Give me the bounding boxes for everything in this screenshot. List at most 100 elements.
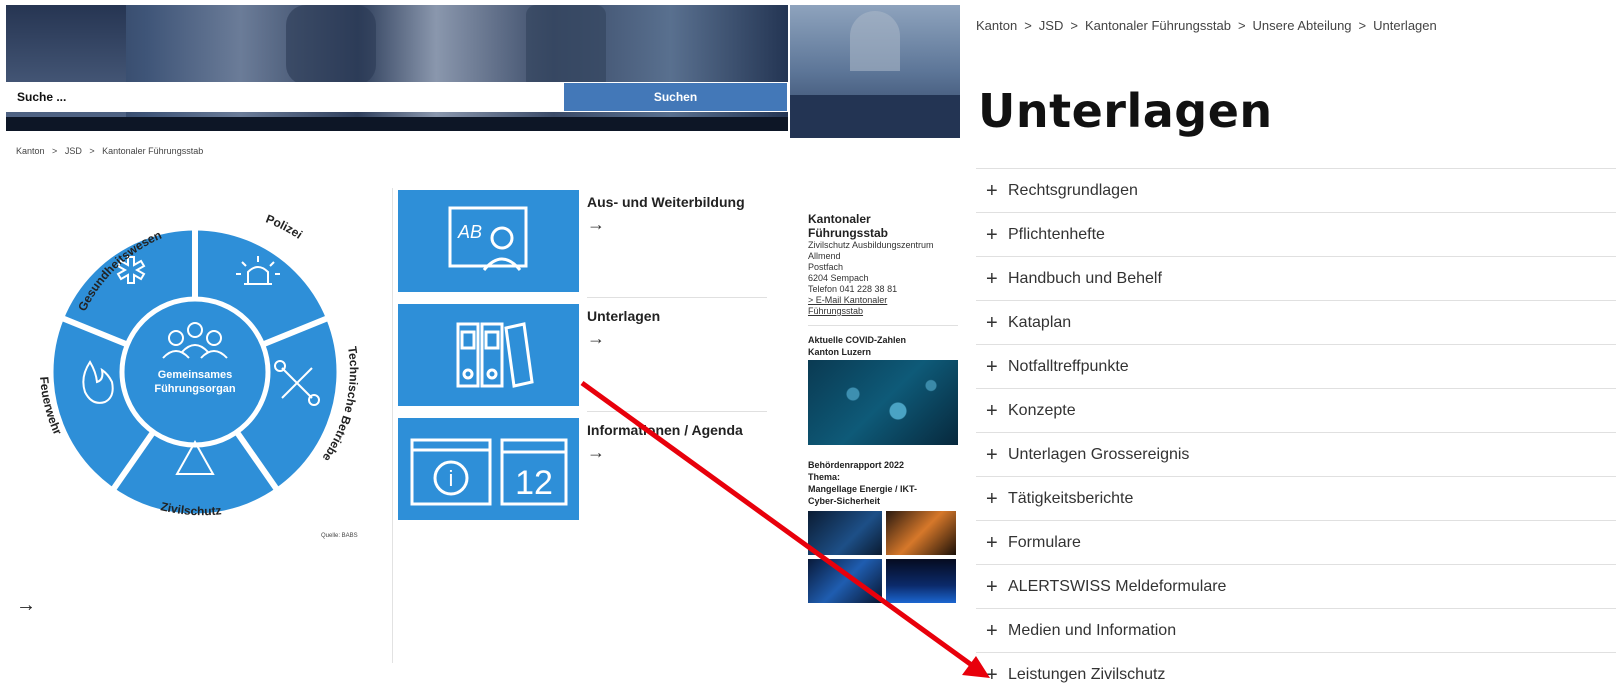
accordion-item-konzepte[interactable]: + Konzepte [976,389,1616,433]
breadcrumb-item-unterlagen: Unterlagen [1373,18,1437,33]
breadcrumb-item-fuehrungsstab[interactable]: Kantonaler Führungsstab [102,146,203,156]
wheel-center-line1: Gemeinsames [158,369,233,381]
phone-line: Telefon 041 228 38 81 [808,284,898,294]
search-input[interactable]: Suche ... [6,82,563,112]
address-line: Zivilschutz Ausbildungszentrum [808,240,934,250]
contact-title-line1: Kantonaler [808,212,871,226]
covid-title[interactable]: Aktuelle COVID-Zahlen Kanton Luzern [808,334,958,358]
more-arrow-link[interactable]: → [16,594,36,617]
breadcrumb-item-kanton[interactable]: Kanton [976,18,1017,33]
breadcrumb-item-jsd[interactable]: JSD [65,146,82,156]
tile-informationen-agenda[interactable]: i 12 Informationen / Agenda → [398,418,770,532]
email-link-cont[interactable]: Führungsstab [808,306,958,317]
report-title-line3[interactable]: Mangellage Energie / IKT- [808,483,958,495]
accordion-item-leistungen-zivilschutz[interactable]: + Leistungen Zivilschutz [976,653,1616,693]
accordion-label[interactable]: Pflichtenhefte [1008,226,1105,244]
accordion-item-alertswiss[interactable]: + ALERTSWISS Meldeformulare [976,565,1616,609]
accordion-label[interactable]: Medien und Information [1008,622,1176,640]
plus-icon[interactable]: + [986,181,1008,201]
tile-image[interactable]: i 12 [398,418,579,520]
accordion-label[interactable]: Notfalltreffpunkte [1008,358,1129,376]
covid-title-line1[interactable]: Aktuelle COVID-Zahlen [808,334,958,346]
tile-title[interactable]: Aus- und Weiterbildung [587,194,745,210]
plus-icon[interactable]: + [986,621,1008,641]
report-title-line2[interactable]: Thema: [808,471,958,483]
plus-icon[interactable]: + [986,401,1008,421]
source-note: Quelle: BABS [321,533,358,539]
accordion-label[interactable]: Formulare [1008,534,1081,552]
search-button[interactable]: Suchen [563,82,788,112]
report-title-line1[interactable]: Behördenrapport 2022 [808,459,958,471]
report-image-gas-flame[interactable] [886,559,956,603]
accordion-label[interactable]: Rechtsgrundlagen [1008,182,1138,200]
binders-icon [456,322,534,388]
breadcrumb-item-kanton[interactable]: Kanton [16,146,45,156]
breadcrumb-separator: > [1070,18,1078,33]
accordion-item-notfalltreffpunkte[interactable]: + Notfalltreffpunkte [976,345,1616,389]
report-title[interactable]: Behördenrapport 2022 Thema: Mangellage E… [808,459,958,507]
address-line: Allmend [808,251,841,261]
accordion-label[interactable]: Konzepte [1008,402,1076,420]
contact-title-line2: Führungsstab [808,226,888,240]
plus-icon[interactable]: + [986,489,1008,509]
breadcrumb: Kanton > JSD > Kantonaler Führungsstab > Unser… [976,18,1437,33]
tile-arrow[interactable]: → [587,442,605,463]
accordion-label[interactable]: Kataplan [1008,314,1071,332]
plus-icon[interactable]: + [986,225,1008,245]
breadcrumb-item-jsd[interactable]: JSD [1039,18,1064,33]
accordion-label[interactable]: Tätigkeitsberichte [1008,490,1133,508]
accordion-label[interactable]: Handbuch und Behelf [1008,270,1162,288]
tile-arrow[interactable]: → [587,328,605,349]
tile-arrow[interactable]: → [587,214,605,235]
tile-image[interactable]: AB [398,190,579,292]
sidebar: Kantonaler Führungsstab Zivilschutz Ausb… [808,212,958,603]
breadcrumb-separator: > [89,146,95,156]
covid-title-line2[interactable]: Kanton Luzern [808,346,958,358]
divider [587,411,767,412]
svg-text:Polizei: Polizei [264,212,305,242]
accordion-item-handbuch[interactable]: + Handbuch und Behelf [976,257,1616,301]
tile-title[interactable]: Unterlagen [587,308,660,324]
divider [587,297,767,298]
tile-aus-und-weiterbildung[interactable]: AB Aus- und Weiterbildung → [398,190,770,304]
organization-wheel: Gemeinsames Führungsorgan Gesundheitswes… [37,212,361,519]
breadcrumb-separator: > [1358,18,1367,33]
accordion-item-taetigkeitsberichte[interactable]: + Tätigkeitsberichte [976,477,1616,521]
segment-label-polizei: Polizei [264,212,305,242]
svg-text:i: i [449,466,454,491]
accordion-item-pflichtenhefte[interactable]: + Pflichtenhefte [976,213,1616,257]
covid-image[interactable] [808,360,958,445]
breadcrumb-separator: > [52,146,58,156]
accordion-item-unterlagen-grossereignis[interactable]: + Unterlagen Grossereignis [976,433,1616,477]
plus-icon[interactable]: + [986,269,1008,289]
accordion-item-formulare[interactable]: + Formulare [976,521,1616,565]
accordion-label[interactable]: Leistungen Zivilschutz [1008,666,1165,684]
hero-image-right [790,5,960,138]
breadcrumb-item-unsere-abteilung[interactable]: Unsere Abteilung [1253,18,1352,33]
accordion-item-kataplan[interactable]: + Kataplan [976,301,1616,345]
tile-title[interactable]: Informationen / Agenda [587,422,743,438]
plus-icon[interactable]: + [986,313,1008,333]
address-line: 6204 Sempach [808,273,869,283]
report-title-line4[interactable]: Cyber-Sicherheit [808,495,958,507]
tile-unterlagen[interactable]: Unterlagen → [398,304,770,418]
report-image-energy[interactable] [886,511,956,555]
accordion-item-rechtsgrundlagen[interactable]: + Rechtsgrundlagen [976,169,1616,213]
plus-icon[interactable]: + [986,665,1008,685]
plus-icon[interactable]: + [986,445,1008,465]
info-calendar-icon: i 12 [410,438,568,506]
accordion-label[interactable]: ALERTSWISS Meldeformulare [1008,578,1226,596]
report-image-cyber[interactable] [808,511,882,555]
email-link[interactable]: > E-Mail Kantonaler [808,295,958,306]
breadcrumb: Kanton > JSD > Kantonaler Führungsstab [16,146,208,156]
accordion-item-medien[interactable]: + Medien und Information [976,609,1616,653]
plus-icon[interactable]: + [986,357,1008,377]
plus-icon[interactable]: + [986,577,1008,597]
right-page: Kanton > JSD > Kantonaler Führungsstab > Unser… [976,0,1616,693]
accordion-label[interactable]: Unterlagen Grossereignis [1008,446,1189,464]
plus-icon[interactable]: + [986,533,1008,553]
search-bar: Suche ... Suchen [6,82,788,112]
report-image-hacker[interactable] [808,559,882,603]
tile-image[interactable] [398,304,579,406]
breadcrumb-item-fuehrungsstab[interactable]: Kantonaler Führungsstab [1085,18,1231,33]
